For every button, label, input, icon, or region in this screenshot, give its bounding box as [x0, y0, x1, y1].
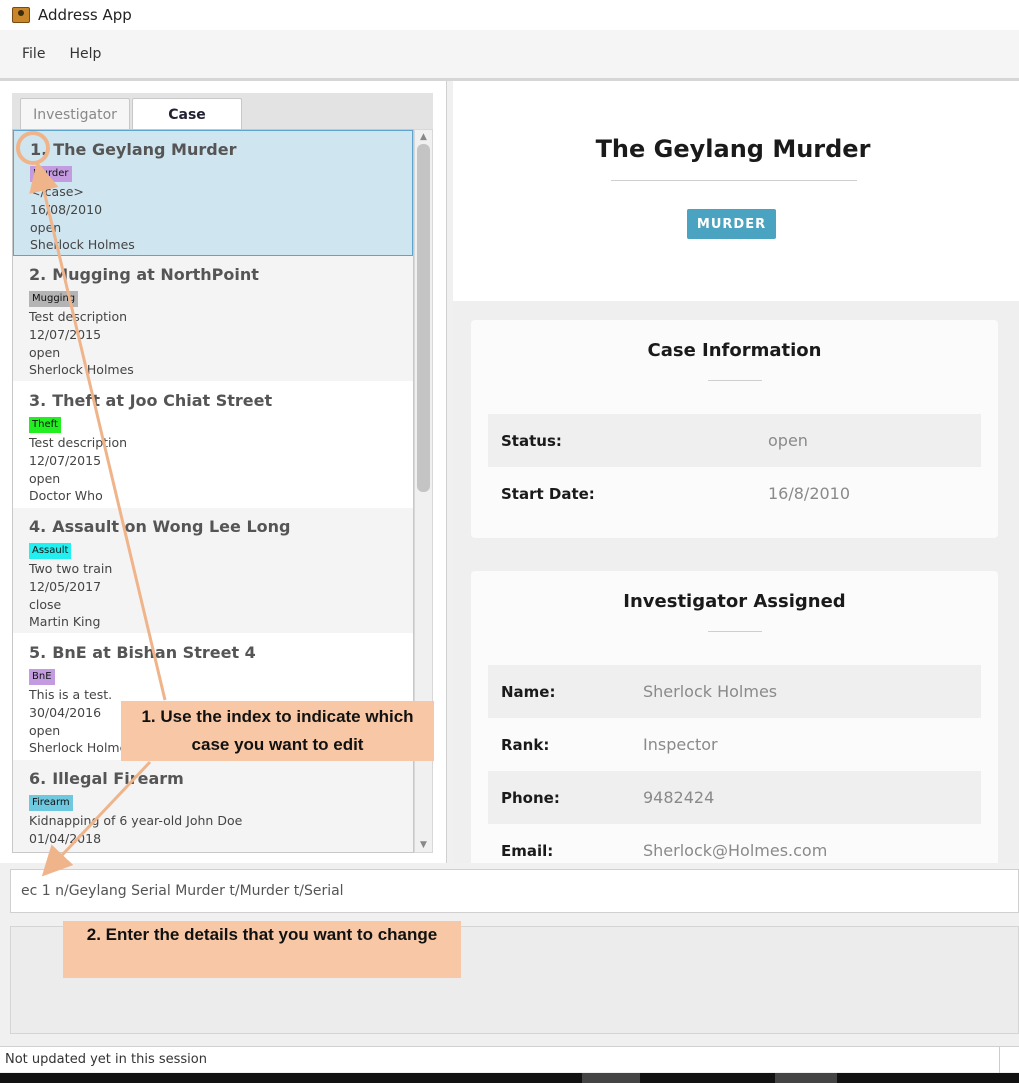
taskbar-item[interactable] [582, 1073, 640, 1083]
case-card[interactable]: 2. Mugging at NorthPoint Mugging Test des… [13, 256, 413, 382]
case-card[interactable]: 6. Illegal Firearm Firearm Kidnapping of … [13, 760, 413, 852]
case-title: Illegal Firearm [52, 769, 184, 788]
phone-label: Phone: [501, 788, 560, 807]
divider [708, 631, 762, 632]
divider [611, 180, 857, 181]
tab-bar: Investigator Case [12, 93, 433, 130]
divider [708, 380, 762, 381]
status-label: Status: [501, 431, 562, 450]
detail-header: The Geylang Murder MURDER [453, 81, 1019, 301]
start-date-row: Start Date: 16/8/2010 [488, 467, 981, 520]
case-description: </case> [30, 184, 84, 199]
case-index: 3. [29, 391, 47, 410]
case-tag: Assault [29, 543, 72, 559]
case-investigator: Sherlock Holmes [29, 362, 134, 378]
case-title: Mugging at NorthPoint [52, 265, 259, 284]
start-date-label: Start Date: [501, 484, 595, 503]
title-bar: Address App [0, 0, 1019, 30]
case-card[interactable]: 1. The Geylang Murder Murder </case> 16/0… [13, 130, 413, 256]
case-index: 2. [29, 265, 47, 284]
investigator-assigned-heading: Investigator Assigned [623, 591, 846, 612]
window-title: Address App [38, 6, 132, 24]
callout-command: 2. Enter the details that you want to ch… [63, 921, 461, 978]
status-value: open [768, 431, 808, 450]
phone-value: 9482424 [643, 788, 715, 807]
case-investigator: Doctor Who [29, 488, 103, 504]
case-status: close [29, 596, 62, 612]
scroll-thumb[interactable] [417, 144, 430, 492]
email-row: Email: Sherlock@Holmes.com [488, 824, 981, 863]
case-title: BnE at Bishan Street 4 [52, 643, 256, 662]
name-value: Sherlock Holmes [643, 682, 778, 701]
status-divider [999, 1047, 1000, 1073]
case-investigator: Martin King [29, 614, 101, 630]
case-index: 1. [30, 140, 48, 159]
case-title: Assault on Wong Lee Long [52, 517, 291, 536]
case-tag: BnE [29, 669, 55, 685]
os-taskbar [0, 1073, 1019, 1083]
taskbar-item[interactable] [775, 1073, 837, 1083]
case-tag: Murder [30, 166, 72, 182]
detail-tag-badge: MURDER [687, 209, 776, 239]
address-book-icon [12, 7, 30, 23]
name-row: Name: Sherlock Holmes [488, 665, 981, 718]
rank-row: Rank: Inspector [488, 718, 981, 771]
case-date: 12/05/2017 [29, 578, 102, 594]
menu-bar: File Help [0, 30, 1019, 78]
status-row: Status: open [488, 414, 981, 467]
case-description: Two two train [29, 561, 113, 576]
case-tag: Theft [29, 417, 61, 433]
status-bar-text: Not updated yet in this session [5, 1052, 207, 1067]
rank-value: Inspector [643, 735, 718, 754]
chevron-up-icon[interactable]: ▲ [415, 130, 432, 144]
case-title: The Geylang Murder [53, 140, 237, 159]
case-title: Theft at Joo Chiat Street [52, 391, 273, 410]
email-value: Sherlock@Holmes.com [643, 841, 828, 860]
case-status: open [29, 344, 61, 360]
case-investigator: Sherlock Holmes [30, 237, 135, 253]
callout-index: 1. Use the index to indicate which case … [121, 701, 434, 761]
tab-case[interactable]: Case [132, 98, 242, 130]
email-label: Email: [501, 841, 554, 860]
case-detail-panel: The Geylang Murder MURDER Case Informati… [453, 81, 1019, 863]
case-index: 4. [29, 517, 47, 536]
case-information-heading: Case Information [647, 340, 822, 361]
status-bar: Not updated yet in this session [0, 1046, 1019, 1073]
command-input[interactable]: ec 1 n/Geylang Serial Murder t/Murder t/… [10, 869, 1019, 913]
case-status: open [29, 470, 61, 486]
name-label: Name: [501, 682, 556, 701]
case-index: 6. [29, 769, 47, 788]
case-index: 5. [29, 643, 47, 662]
case-tag: Mugging [29, 291, 79, 307]
phone-row: Phone: 9482424 [488, 771, 981, 824]
rank-label: Rank: [501, 735, 550, 754]
menu-file[interactable]: File [22, 46, 45, 62]
menu-help[interactable]: Help [69, 46, 101, 62]
case-information-card: Case Information Status: open Start Date… [471, 320, 998, 538]
case-date: 12/07/2015 [29, 452, 102, 468]
case-status: open [30, 219, 62, 235]
case-date: 16/08/2010 [30, 201, 103, 217]
tab-investigator[interactable]: Investigator [20, 98, 130, 130]
case-description: Kidnapping of 6 year-old John Doe [29, 813, 243, 828]
case-card[interactable]: 4. Assault on Wong Lee Long Assault Two t… [13, 508, 413, 634]
case-tag: Firearm [29, 795, 73, 811]
case-description: Test description [29, 309, 128, 324]
detail-title: The Geylang Murder [595, 135, 871, 163]
case-description: Test description [29, 435, 128, 450]
investigator-assigned-card: Investigator Assigned Name: Sherlock Hol… [471, 571, 998, 863]
case-card[interactable]: 3. Theft at Joo Chiat Street Theft Test d… [13, 382, 413, 508]
case-date: 12/07/2015 [29, 326, 102, 342]
chevron-down-icon[interactable]: ▼ [415, 838, 432, 852]
start-date-value: 16/8/2010 [768, 484, 851, 503]
case-date: 01/04/2018 [29, 830, 102, 846]
